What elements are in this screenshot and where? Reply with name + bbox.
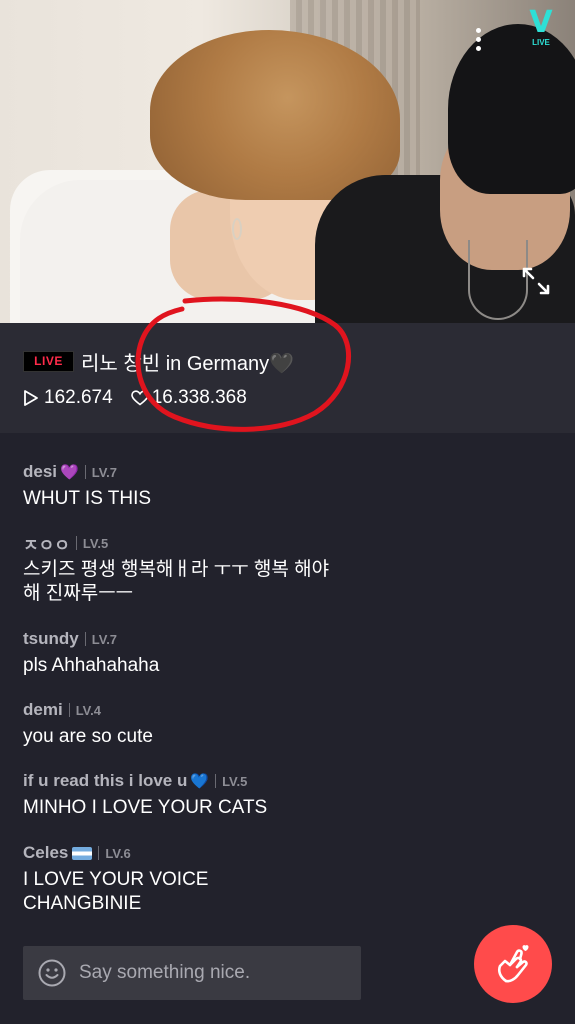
vlive-logo[interactable]: V LIVE [526, 8, 556, 54]
comment-level: LV.5 [222, 773, 248, 789]
blue-heart-emoji: 💙 [190, 773, 210, 790]
comment-username[interactable]: Celes [23, 843, 68, 863]
smiley-icon[interactable] [37, 958, 67, 988]
argentina-flag-icon [72, 846, 93, 860]
red-annotation-circle [135, 296, 351, 432]
comment-username[interactable]: demi [23, 700, 63, 720]
expand-icon[interactable] [520, 265, 552, 297]
divider [84, 632, 86, 646]
comment-level: LV.4 [75, 702, 101, 718]
comment-username[interactable]: tsundy [23, 629, 79, 649]
video-player[interactable]: V LIVE [0, 0, 575, 323]
comment-level: LV.7 [91, 631, 118, 647]
finger-heart-icon [497, 945, 529, 983]
comment-text: WHUT IS THIS [23, 488, 152, 509]
comment-text: pls Ahhahahaha [23, 655, 160, 676]
divider [68, 703, 70, 717]
more-vertical-icon[interactable] [472, 28, 484, 58]
play-icon [24, 390, 38, 406]
finger-heart-button[interactable] [474, 925, 552, 1003]
divider [75, 536, 77, 550]
comment-item: desi 💜 LV.7 WHUT IS THIS [23, 461, 543, 511]
comment-username[interactable]: if u read this i love u [23, 771, 187, 791]
comment-list[interactable]: desi 💜 LV.7 WHUT IS THIS ㅈㅇㅇ LV.5 스키즈 평생… [0, 433, 575, 943]
comment-text: you are so cute [23, 726, 153, 747]
divider [98, 846, 100, 860]
earring [232, 218, 242, 240]
comment-text: MINHO I LOVE YOUR CATS [23, 797, 268, 818]
comment-input[interactable]: Say something nice. [23, 946, 361, 1000]
comment-input-placeholder[interactable]: Say something nice. [79, 962, 250, 984]
comment-level: LV.5 [82, 535, 109, 551]
comment-item: ㅈㅇㅇ LV.5 스키즈 평생 행복해ㅐ라 ㅜㅜ 행복 해야 해 진짜루ㅡㅡ [23, 532, 543, 606]
comment-item: demi LV.4 you are so cute [23, 699, 543, 749]
vlive-logo-mark: V [529, 5, 553, 40]
comment-item: Celes LV.6 I LOVE YOUR VOICE CHANGBINIE [23, 842, 543, 916]
comment-username[interactable]: ㅈㅇㅇ [23, 531, 70, 556]
comment-text: 스키즈 평생 행복해ㅐ라 ㅜㅜ 행복 해야 해 진짜루ㅡㅡ [23, 559, 330, 604]
divider [84, 465, 86, 479]
comment-level: LV.6 [105, 845, 131, 861]
comment-item: if u read this i love u 💙 LV.5 MINHO I L… [23, 770, 543, 820]
necklace [468, 240, 528, 320]
comment-level: LV.7 [91, 464, 118, 480]
comment-text: I LOVE YOUR VOICE CHANGBINIE [23, 869, 209, 914]
comment-item: tsundy LV.7 pls Ahhahahaha [23, 628, 543, 678]
play-count: 162.674 [44, 387, 113, 408]
live-badge: LIVE [23, 351, 74, 372]
divider [215, 774, 217, 788]
purple-heart-emoji: 💜 [60, 464, 79, 481]
comment-username[interactable]: desi [23, 462, 57, 482]
